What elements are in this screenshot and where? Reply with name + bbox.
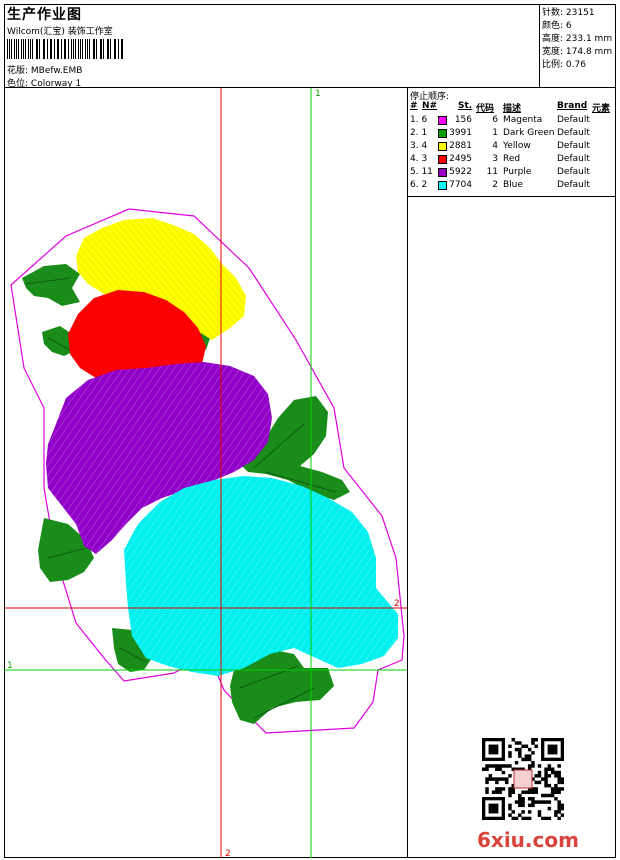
cyan-stitch (124, 476, 398, 676)
green-guide-label-top: 1 (315, 89, 321, 99)
stop-sequence-row: 3. 4 2881 4 Yellow Default (408, 141, 616, 154)
stitch-count: 2881 (449, 141, 472, 151)
design-label: 花版: (7, 66, 29, 76)
color-code: 4 (492, 141, 498, 151)
green-guide-label-left: 1 (7, 661, 13, 671)
stop-number: 5. 11 (410, 167, 433, 177)
color-description: Red (503, 154, 521, 164)
color-description: Yellow (503, 141, 531, 151)
color-swatch (438, 129, 447, 138)
col-code: 代码 (476, 104, 495, 114)
panel-divider (408, 196, 616, 197)
stat-width: 宽度: 174.8 mm (542, 47, 613, 57)
thread-brand: Default (557, 167, 590, 177)
color-code: 2 (492, 180, 498, 190)
stat-scale: 比例: 0.76 (542, 60, 586, 70)
design-canvas: 1 1 2 2 (4, 88, 408, 858)
col-n: N# (422, 101, 438, 111)
stitch-count: 5922 (449, 167, 472, 177)
red-guide-label-bottom: 2 (225, 849, 231, 858)
stitch-count: 7704 (449, 180, 472, 190)
color-description: Magenta (503, 115, 543, 125)
stitch-count: 3991 (449, 128, 472, 138)
stop-number: 2. 1 (410, 128, 428, 138)
barcode (7, 39, 125, 59)
color-code: 1 (492, 128, 498, 138)
header-panel: 生产作业图 Wilcom(汇宝) 装饰工作室 花版: MBefw.EMB 色位:… (4, 4, 540, 89)
color-code: 3 (492, 154, 498, 164)
color-code: 11 (486, 167, 498, 177)
stop-sequence-row: 6. 2 7704 2 Blue Default (408, 180, 616, 193)
col-stitches: St. (458, 101, 473, 111)
sheet-title: 生产作业图 (7, 7, 82, 23)
embroidery-preview: 1 1 2 2 (4, 88, 407, 858)
thread-brand: Default (557, 154, 590, 164)
stitch-count: 2495 (449, 154, 472, 164)
stop-sequence-row: 2. 1 3991 1 Dark Green Default (408, 128, 616, 141)
design-value: MBefw.EMB (30, 66, 83, 76)
stat-stitches: 针数: 23151 (542, 8, 595, 18)
stop-number: 1. 6 (410, 115, 428, 125)
color-description: Blue (503, 180, 523, 190)
studio-name: Wilcom(汇宝) 装饰工作室 (7, 27, 113, 37)
color-swatch (438, 142, 447, 151)
thread-brand: Default (557, 141, 590, 151)
col-element: 元素 (592, 104, 611, 114)
stop-number: 6. 2 (410, 180, 428, 190)
thread-brand: Default (557, 115, 590, 125)
stats-panel: 针数: 23151 颜色: 6 高度: 233.1 mm 宽度: 174.8 m… (540, 4, 616, 88)
col-description: 描述 (503, 104, 522, 114)
stat-colors: 颜色: 6 (542, 21, 572, 31)
thread-brand: Default (557, 180, 590, 190)
stop-sequence-row: 5. 11 5922 11 Purple Default (408, 167, 616, 180)
qr-code (482, 738, 565, 821)
color-code: 6 (492, 115, 498, 125)
design-file: 花版: MBefw.EMB (7, 63, 82, 76)
stop-sequence-row: 4. 3 2495 3 Red Default (408, 154, 616, 167)
color-description: Dark Green (503, 128, 555, 138)
color-swatch (438, 116, 447, 125)
thread-brand: Default (557, 128, 590, 138)
col-num: # (410, 101, 418, 111)
color-swatch (438, 181, 447, 190)
stop-number: 3. 4 (410, 141, 428, 151)
color-swatch (438, 155, 447, 164)
stop-sequence-row: 1. 6 156 6 Magenta Default (408, 115, 616, 128)
red-guide-label-right: 2 (394, 599, 400, 609)
stitch-count: 156 (454, 115, 472, 125)
col-brand: Brand (557, 101, 588, 111)
color-swatch (438, 168, 447, 177)
stop-number: 4. 3 (410, 154, 428, 164)
color-description: Purple (503, 167, 532, 177)
watermark: 6xiu.com (477, 828, 579, 852)
qr-code-graphic (482, 738, 565, 821)
stat-height: 高度: 233.1 mm (542, 34, 613, 44)
